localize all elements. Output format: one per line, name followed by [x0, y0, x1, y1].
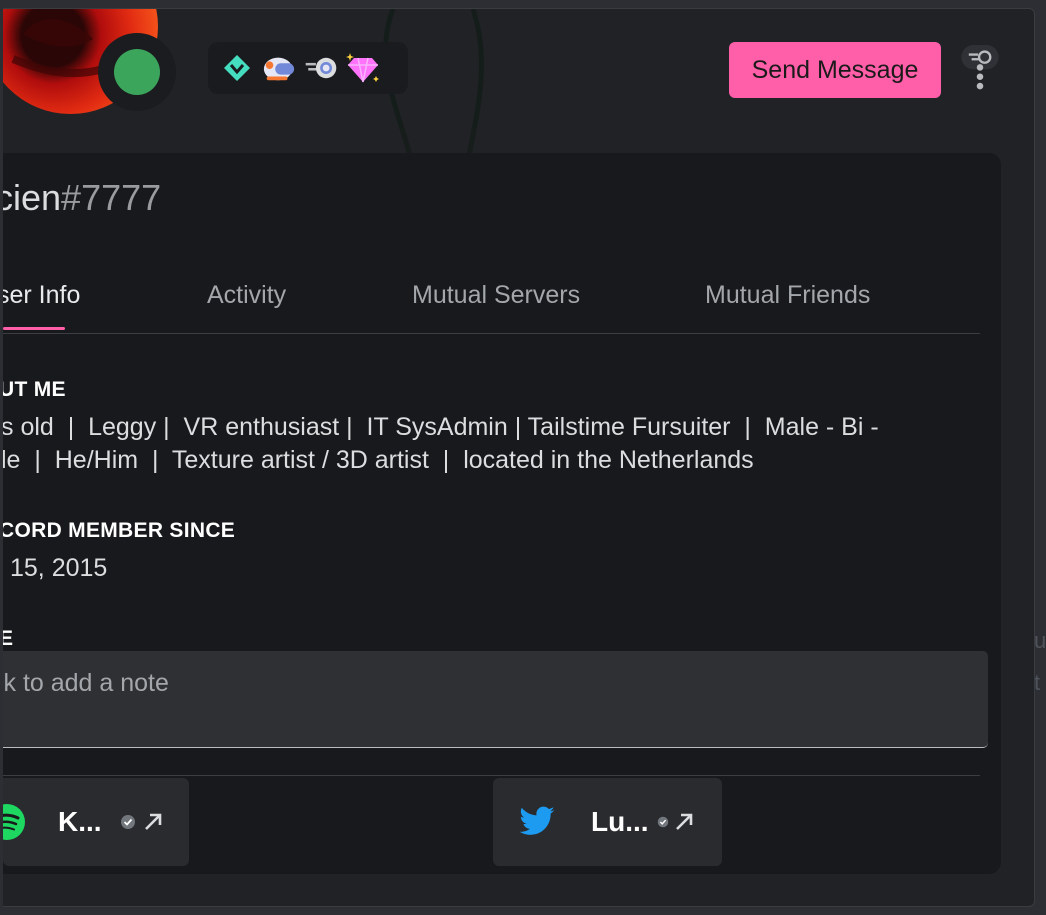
online-status-dot	[114, 49, 160, 95]
tab-activity[interactable]: Activity	[207, 281, 286, 310]
tab-user-info[interactable]: ser Info	[3, 281, 80, 310]
connection-name: K...	[58, 806, 102, 837]
note-placeholder: ck to add a note	[3, 669, 169, 697]
connection-twitter[interactable]: Lu...	[493, 778, 722, 866]
more-options-button[interactable]	[961, 45, 999, 101]
external-link-icon[interactable]	[673, 811, 695, 833]
verified-icon	[120, 815, 135, 829]
status-indicator	[98, 33, 176, 111]
more-vertical-icon	[961, 45, 999, 90]
member-since-date: 15, 2015	[10, 554, 108, 582]
backdrop-text: uh	[1034, 628, 1046, 653]
about-me-line: le | He/Him | Texture artist / 3D artist…	[3, 446, 754, 474]
username-discriminator: #7777	[61, 177, 162, 218]
tab-mutual-friends[interactable]: Mutual Friends	[705, 281, 870, 310]
about-me-heading: UT ME	[3, 378, 66, 401]
server-boost-icon[interactable]	[304, 51, 338, 85]
badge-list	[208, 42, 408, 94]
backdrop-text: t	[1034, 670, 1041, 695]
verified-icon	[657, 816, 668, 828]
hypesquad-balance-icon[interactable]	[220, 51, 254, 85]
connection-name: Lu...	[591, 806, 649, 837]
about-me-line: s old | Leggy | VR enthusiast | IT SysAd…	[3, 413, 879, 441]
external-link-icon[interactable]	[142, 811, 164, 833]
send-message-button[interactable]: Send Message	[729, 42, 941, 98]
spotify-icon	[3, 804, 25, 840]
twitter-icon	[519, 806, 555, 835]
profile-tabs: ser Info Activity Mutual Servers Mutual …	[3, 281, 980, 334]
username: cien#7777	[3, 177, 161, 219]
note-heading: E	[3, 627, 13, 651]
connection-spotify[interactable]: K...	[3, 778, 189, 866]
username-name: cien	[3, 177, 62, 218]
tab-mutual-servers[interactable]: Mutual Servers	[412, 281, 580, 310]
connections-divider	[3, 775, 980, 776]
early-supporter-icon[interactable]	[262, 51, 296, 85]
member-since-heading: CORD MEMBER SINCE	[3, 519, 236, 542]
profile-card: cien#7777 ser Info Activity Mutual Serve…	[3, 153, 1001, 874]
note-field[interactable]: ck to add a note	[3, 651, 988, 748]
user-profile-modal: Send Message cien#7777 ser Info Activity…	[3, 8, 1035, 907]
nitro-gem-icon[interactable]	[346, 51, 380, 85]
active-tab-indicator	[3, 327, 65, 330]
